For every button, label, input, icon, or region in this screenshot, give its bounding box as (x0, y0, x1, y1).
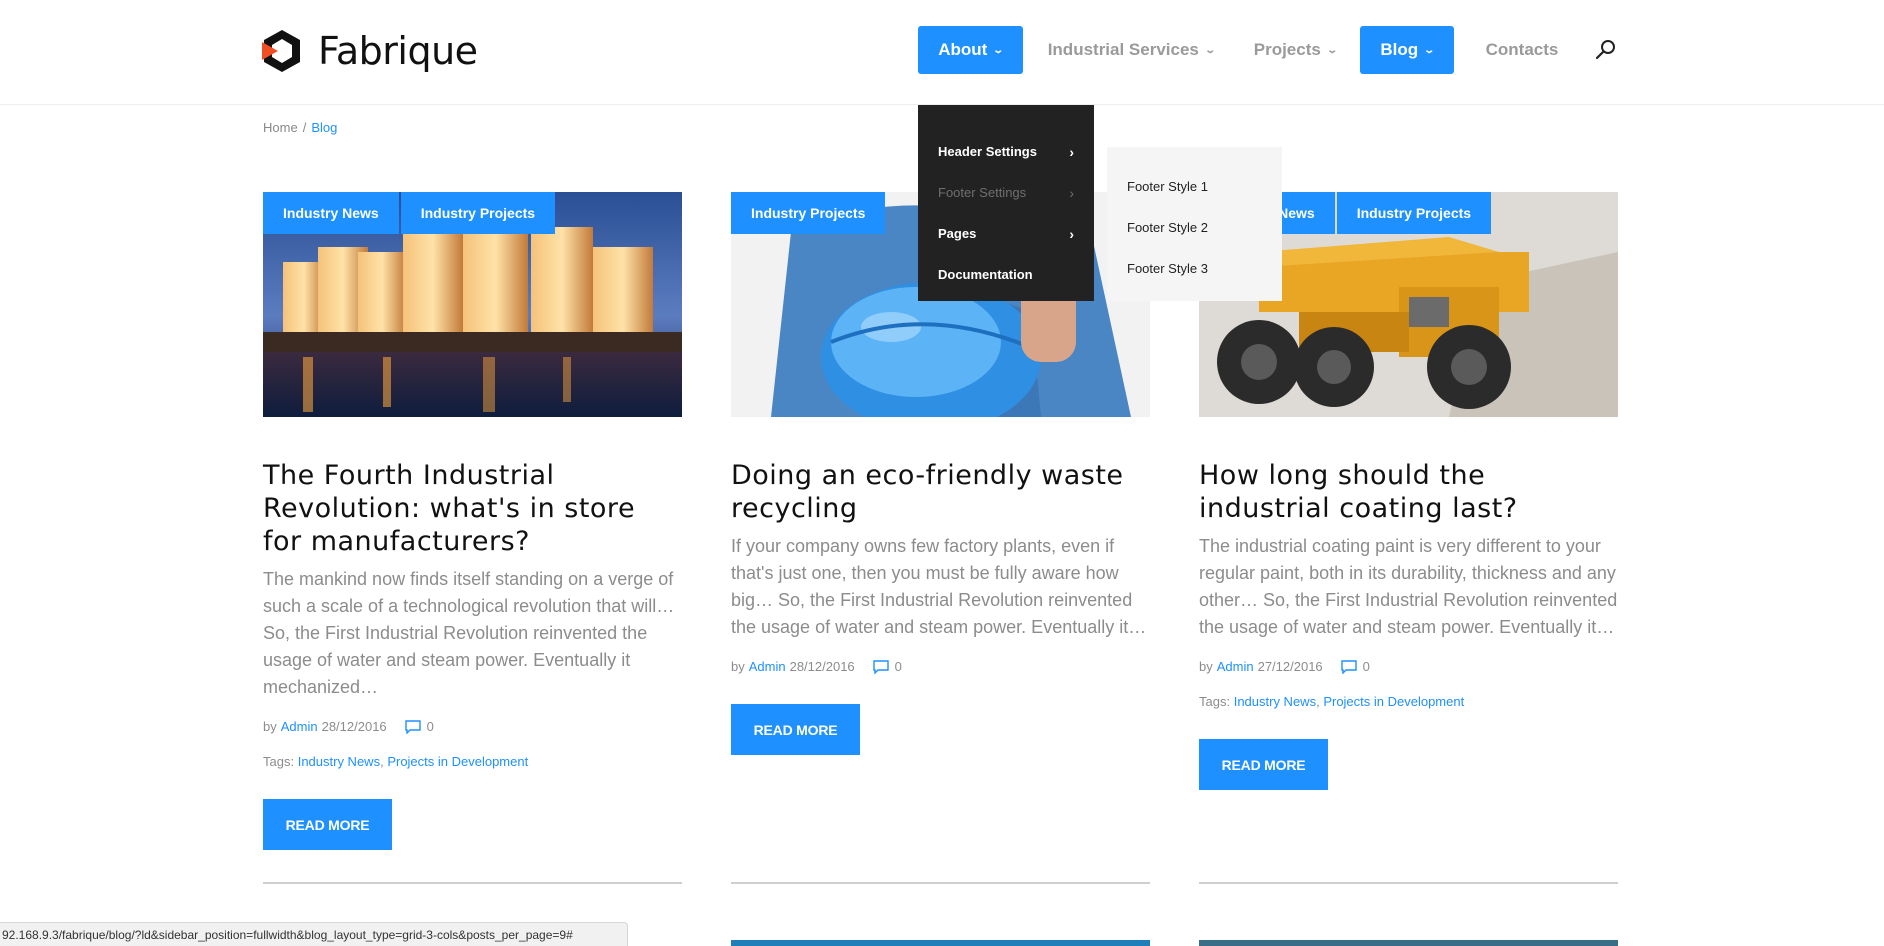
post-categories: Industry News Industry Projects (263, 192, 557, 234)
category-badge[interactable]: Industry Projects (1336, 192, 1492, 234)
post-tags: Tags: Industry News, Projects in Develop… (263, 754, 529, 769)
brand-name: Fabrique (318, 29, 478, 73)
menu-item-label: Header Settings (938, 144, 1037, 159)
post-categories: Industry Projects (731, 192, 887, 234)
meta-by: by (263, 719, 277, 734)
post-comments[interactable]: 0 (1340, 659, 1370, 674)
menu-item-header-settings[interactable]: Header Settings › (918, 131, 1094, 172)
nav-blog[interactable]: Blog ⌄ (1360, 26, 1454, 74)
status-url: 92.168.9.3/fabrique/blog/?ld&sidebar_pos… (2, 927, 573, 942)
post-meta: by Admin 28/12/2016 0 (731, 659, 1150, 674)
post-tags: Tags: Industry News, Projects in Develop… (1199, 694, 1465, 709)
post-title[interactable]: How long should the industrial coating l… (1199, 459, 1618, 525)
post-meta: by Admin 28/12/2016 0 (263, 719, 682, 734)
post-divider (263, 882, 682, 884)
nav-blog-label: Blog (1380, 40, 1419, 59)
nav-contacts-label: Contacts (1485, 40, 1559, 59)
menu-item-label: Documentation (938, 267, 1033, 282)
chevron-down-icon: ⌄ (1423, 44, 1436, 56)
comment-count: 0 (426, 719, 434, 734)
submenu-item-footer-style-1[interactable]: Footer Style 1 (1107, 166, 1282, 207)
nav-about[interactable]: About ⌄ (918, 26, 1023, 74)
tags-label: Tags: (263, 754, 295, 769)
comment-icon (1340, 659, 1357, 674)
menu-item-footer-settings[interactable]: Footer Settings › (918, 172, 1094, 213)
tag-link[interactable]: Industry News (298, 754, 380, 769)
meta-by: by (731, 659, 745, 674)
tags-label: Tags: (1199, 694, 1231, 709)
site-header: Fabrique About ⌄ Industrial Services ⌄ P… (0, 0, 1884, 105)
browser-status-bar: 92.168.9.3/fabrique/blog/?ld&sidebar_pos… (0, 922, 628, 946)
comment-icon (872, 659, 889, 674)
post-date: 28/12/2016 (789, 659, 855, 674)
nav-about-label: About (938, 40, 988, 59)
post-divider (1199, 882, 1618, 884)
read-more-button[interactable]: READ MORE (731, 704, 860, 755)
chevron-down-icon: ⌄ (992, 44, 1005, 56)
post-divider (731, 882, 1150, 884)
post-meta: by Admin 27/12/2016 0 (1199, 659, 1618, 674)
post-comments[interactable]: 0 (404, 719, 434, 734)
menu-item-documentation[interactable]: Documentation (918, 254, 1094, 295)
category-badge[interactable]: Industry Projects (400, 192, 556, 234)
search-button[interactable] (1594, 38, 1618, 62)
submenu-item-footer-style-3[interactable]: Footer Style 3 (1107, 248, 1282, 289)
about-dropdown-menu: Header Settings › Footer Settings › Page… (918, 105, 1094, 301)
post-excerpt: The industrial coating paint is very dif… (1199, 536, 1618, 637)
post-author[interactable]: Admin (749, 659, 786, 674)
post-excerpt: If your company owns few factory plants,… (731, 536, 1147, 637)
post-title[interactable]: The Fourth Industrial Revolution: what's… (263, 459, 682, 558)
tag-link[interactable]: Projects in Development (1323, 694, 1464, 709)
post-author[interactable]: Admin (1217, 659, 1254, 674)
nav-contacts[interactable]: Contacts (1482, 26, 1562, 74)
read-more-button[interactable]: READ MORE (263, 799, 392, 850)
submenu-item-footer-style-2[interactable]: Footer Style 2 (1107, 207, 1282, 248)
category-badge[interactable]: Industry Projects (731, 192, 886, 234)
post-date: 28/12/2016 (321, 719, 387, 734)
fabrique-logo-icon (262, 30, 300, 72)
chevron-right-icon: › (1069, 143, 1074, 160)
breadcrumb-current: Blog (311, 120, 338, 135)
tag-link[interactable]: Projects in Development (387, 754, 528, 769)
chevron-right-icon: › (1069, 184, 1074, 201)
chevron-down-icon: ⌄ (1326, 44, 1338, 56)
footer-settings-submenu: Footer Style 1 Footer Style 2 Footer Sty… (1107, 147, 1282, 301)
breadcrumb-separator: / (302, 120, 307, 135)
meta-by: by (1199, 659, 1213, 674)
nav-industrial-services[interactable]: Industrial Services ⌄ (1046, 26, 1216, 74)
post-card: Industry News Industry Projects The Four… (263, 192, 682, 850)
nav-projects[interactable]: Projects ⌄ (1250, 26, 1340, 74)
category-badge[interactable]: Industry News (263, 192, 399, 234)
post-author[interactable]: Admin (281, 719, 318, 734)
comment-count: 0 (1362, 659, 1370, 674)
read-more-button[interactable]: READ MORE (1199, 739, 1328, 790)
post-comments[interactable]: 0 (872, 659, 902, 674)
tag-link[interactable]: Industry News (1234, 694, 1316, 709)
post-excerpt: The mankind now finds itself standing on… (263, 569, 675, 697)
menu-item-pages[interactable]: Pages › (918, 213, 1094, 254)
chevron-right-icon: › (1069, 225, 1074, 242)
post-date: 27/12/2016 (1257, 659, 1323, 674)
chevron-down-icon: ⌄ (1204, 44, 1216, 56)
nav-industrial-services-label: Industrial Services (1047, 40, 1199, 59)
breadcrumb-home[interactable]: Home (263, 120, 298, 135)
comment-count: 0 (894, 659, 902, 674)
comment-icon (404, 719, 421, 734)
next-post-thumbnail-peek (731, 940, 1150, 946)
post-thumbnail[interactable]: Industry News Industry Projects (263, 192, 682, 417)
next-post-thumbnail-peek (1199, 940, 1618, 946)
search-icon (1595, 40, 1615, 60)
site-logo[interactable]: Fabrique (262, 28, 478, 74)
menu-item-label: Pages (938, 226, 977, 241)
menu-item-label: Footer Settings (938, 185, 1027, 200)
breadcrumb: Home / Blog (263, 120, 337, 135)
post-title[interactable]: Doing an eco-friendly waste recycling (731, 459, 1150, 525)
nav-projects-label: Projects (1253, 40, 1321, 59)
